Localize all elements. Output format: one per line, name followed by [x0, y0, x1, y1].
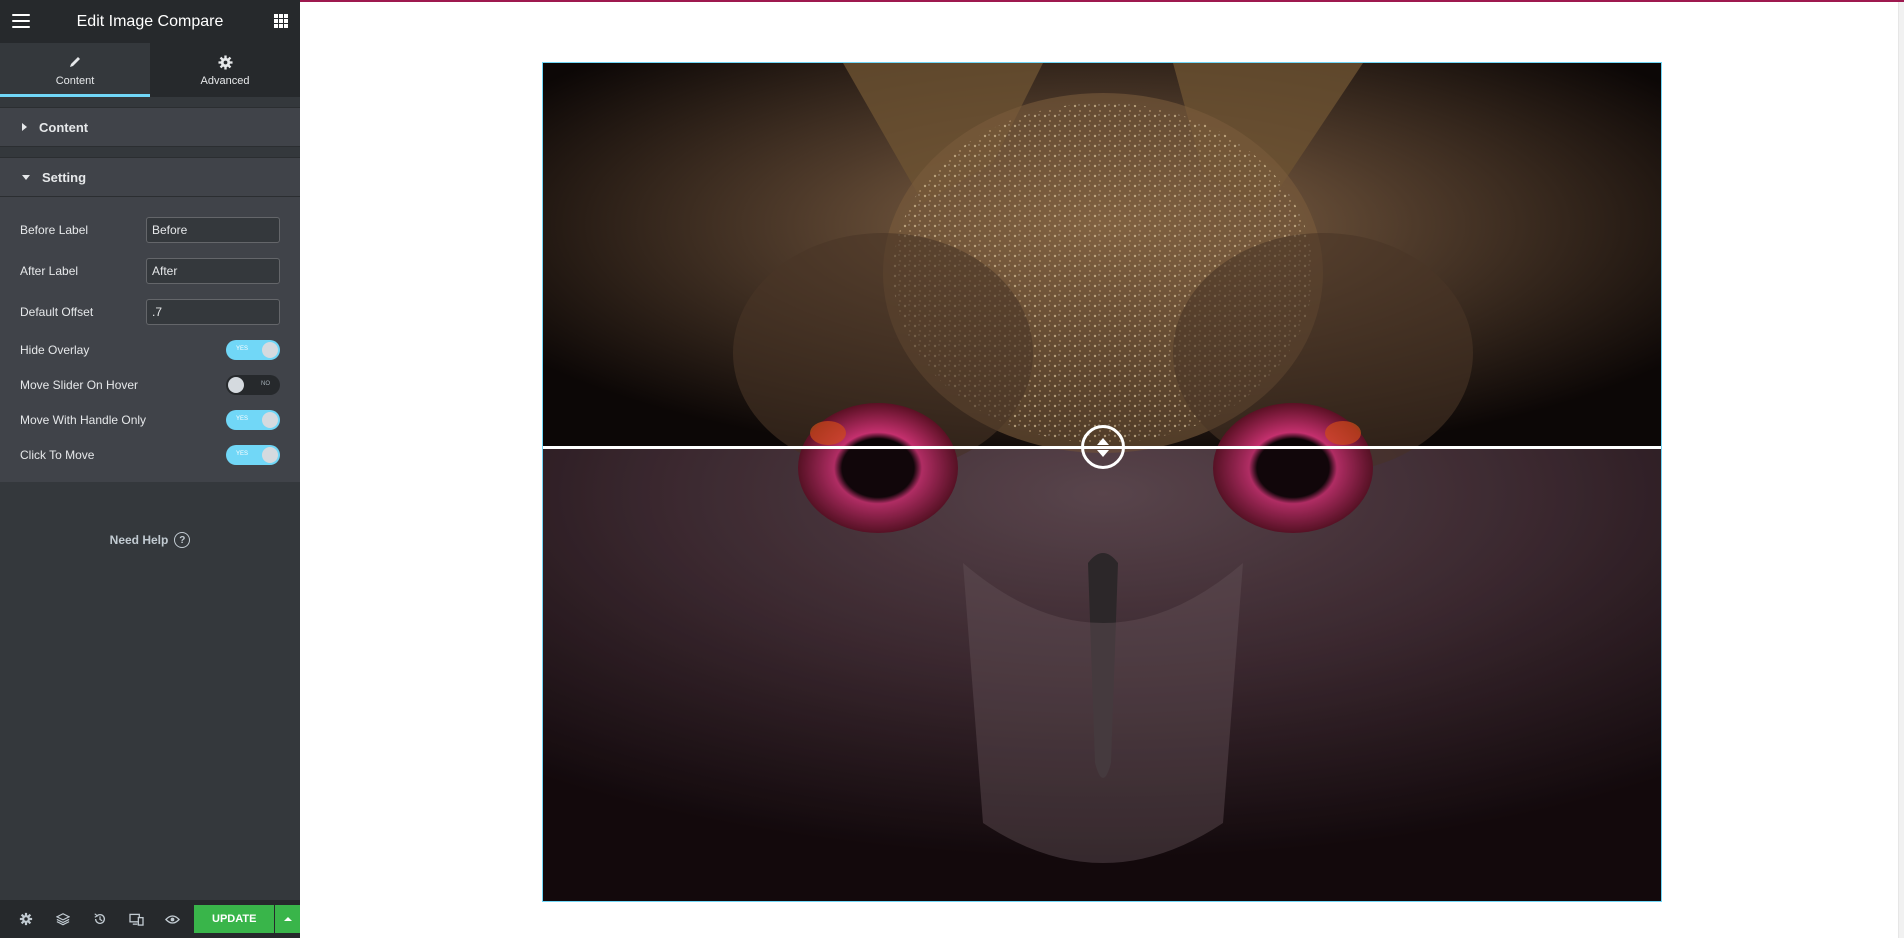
widgets-grid-icon[interactable]: [274, 14, 288, 28]
tab-advanced-label: Advanced: [200, 75, 250, 87]
section-setting-title: Setting: [42, 169, 87, 185]
toggle-state-label: YES: [236, 450, 249, 457]
toggle-knob: [262, 411, 278, 428]
panel-tabs: Content Advanced: [0, 43, 300, 97]
move-with-handle-only-label: Move With Handle Only: [20, 412, 147, 427]
after-label-row: After Label: [20, 250, 280, 291]
history-icon[interactable]: [81, 900, 118, 938]
caret-right-icon: [22, 123, 27, 131]
setting-controls: Before Label After Label Default Offset …: [0, 197, 300, 482]
preview-eye-icon[interactable]: [155, 900, 192, 938]
click-to-move-row: Click To Move YES: [20, 437, 280, 472]
help-question-icon: ?: [174, 532, 191, 548]
caret-up-icon: [283, 917, 292, 921]
pencil-icon: [68, 53, 82, 71]
section-content-header[interactable]: Content: [0, 107, 300, 147]
hide-overlay-toggle[interactable]: YES: [226, 339, 280, 360]
tab-content[interactable]: Content: [0, 43, 150, 97]
move-slider-on-hover-toggle[interactable]: NO: [226, 374, 280, 395]
update-options-button[interactable]: [275, 905, 301, 933]
caret-down-icon: [22, 174, 30, 180]
move-with-handle-only-row: Move With Handle Only YES: [20, 402, 280, 437]
section-setting-header[interactable]: Setting: [0, 157, 300, 197]
preview-scrollbar[interactable]: [1898, 2, 1904, 938]
toggle-state-label: YES: [236, 345, 249, 352]
hide-overlay-label: Hide Overlay: [20, 342, 90, 357]
settings-icon[interactable]: [8, 900, 45, 938]
toggle-state-label: YES: [236, 415, 249, 422]
need-help-label: Need Help: [109, 533, 169, 547]
before-label-label: Before Label: [20, 222, 89, 237]
panel-title: Edit Image Compare: [76, 12, 224, 30]
update-button[interactable]: UPDATE: [194, 905, 275, 933]
click-to-move-label: Click To Move: [20, 447, 95, 462]
gear-icon: [217, 53, 233, 71]
toggle-knob: [262, 446, 278, 463]
click-to-move-toggle[interactable]: YES: [226, 444, 280, 465]
move-slider-on-hover-row: Move Slider On Hover NO: [20, 367, 280, 402]
after-label-label: After Label: [20, 263, 79, 278]
arrow-up-icon: [1097, 437, 1109, 445]
default-offset-input[interactable]: [146, 298, 280, 325]
layers-icon[interactable]: [45, 900, 82, 938]
before-label-row: Before Label: [20, 209, 280, 250]
toggle-state-label: NO: [261, 380, 270, 387]
after-label-input[interactable]: [146, 257, 280, 284]
tab-content-label: Content: [55, 75, 95, 87]
move-slider-on-hover-label: Move Slider On Hover: [20, 377, 139, 392]
menu-icon[interactable]: [12, 14, 30, 28]
need-help-link[interactable]: Need Help ?: [0, 532, 300, 548]
tab-advanced[interactable]: Advanced: [150, 43, 300, 97]
panel-footer: UPDATE: [0, 900, 301, 938]
default-offset-row: Default Offset: [20, 291, 280, 332]
responsive-icon[interactable]: [118, 900, 155, 938]
default-offset-label: Default Offset: [20, 304, 94, 319]
move-with-handle-only-toggle[interactable]: YES: [226, 409, 280, 430]
compare-slider-handle[interactable]: [1081, 425, 1125, 469]
before-label-input[interactable]: [146, 216, 280, 243]
image-compare-widget[interactable]: [542, 62, 1662, 902]
section-content-title: Content: [39, 119, 89, 135]
panel-header: Edit Image Compare: [0, 0, 300, 43]
arrow-down-icon: [1097, 449, 1109, 457]
hide-overlay-row: Hide Overlay YES: [20, 332, 280, 367]
toggle-knob: [262, 341, 278, 358]
editor-panel: Edit Image Compare Content Advanced Cont…: [0, 0, 301, 938]
toggle-knob: [228, 376, 244, 393]
owl-photo: [543, 63, 1661, 901]
